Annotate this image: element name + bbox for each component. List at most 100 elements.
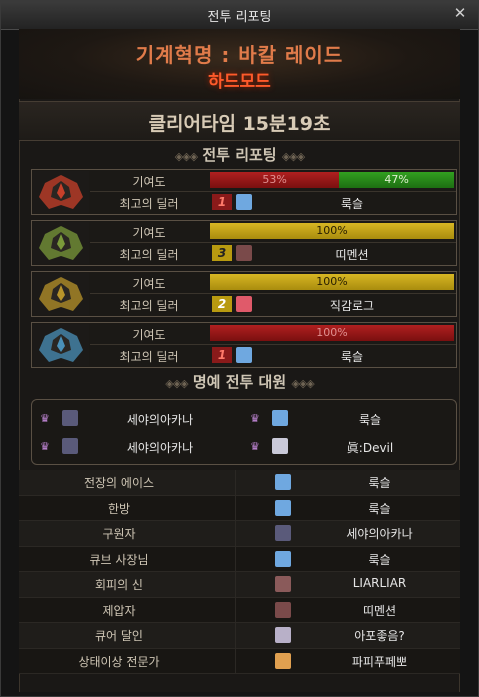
contribution-row: 기여도 100% [90, 272, 456, 294]
award-row[interactable]: 제압자 띠멘션 [19, 597, 460, 623]
contribution-label: 기여도 [132, 328, 166, 342]
avatar [275, 474, 291, 490]
contribution-bar: 53% 47% [210, 172, 454, 188]
top-dealer-row: 최고의 딜러 3 띠멘션 [90, 243, 456, 264]
green-dragon-head-icon [33, 222, 89, 264]
top-dealer-cell[interactable]: 1 룩슬 [210, 192, 454, 212]
top-dealer-label: 최고의 딜러 [119, 350, 179, 364]
honor-member[interactable]: ♛ 세야의아카나 [40, 433, 236, 459]
contribution-row: 기여도 100% [90, 323, 456, 345]
top-dealer-label: 최고의 딜러 [119, 197, 179, 211]
avatar [275, 601, 291, 618]
avatar [272, 410, 288, 426]
avatar [275, 652, 291, 669]
contribution-segment: 100% [210, 325, 454, 341]
honor-members-panel: ♛ 세야의아카나 ♛ 룩슬 ♛ 세야의아카나 ♛ 眞:Devil [31, 399, 457, 465]
contribution-bar: 100% [210, 223, 454, 239]
award-row[interactable]: 구원자 세야의아카나 [19, 521, 460, 547]
column-divider [235, 521, 236, 546]
award-winner-name: 파피푸페뽀 [351, 654, 408, 669]
avatar [275, 550, 291, 567]
award-title: 상태이상 전문가 [78, 654, 160, 669]
top-dealer-cell[interactable]: 3 띠멘션 [210, 243, 454, 263]
rank-badge: 3 [212, 245, 232, 261]
top-dealer-cell[interactable]: 1 룩슬 [210, 345, 454, 365]
honor-member[interactable]: ♛ 眞:Devil [250, 433, 446, 459]
raid-mode: 하드모드 [208, 72, 271, 92]
award-winner-name: 띠멘션 [362, 603, 397, 618]
contribution-segment: 47% [339, 172, 454, 188]
award-row[interactable]: 상태이상 전문가 파피푸페뽀 [19, 648, 460, 674]
honor-member[interactable]: ♛ 룩슬 [250, 405, 446, 431]
avatar [275, 499, 291, 516]
gold-dragon-head-icon [33, 273, 89, 315]
party-row: 기여도 100% 최고의 딜러 1 룩슬 [31, 322, 457, 368]
award-title: 큐브 사장님 [89, 552, 149, 567]
top-dealer-row: 최고의 딜러 1 룩슬 [90, 345, 456, 366]
top-dealer-row: 최고의 딜러 2 직감로그 [90, 294, 456, 315]
top-dealer-name: 직감로그 [329, 299, 375, 313]
avatar [275, 576, 291, 592]
contribution-segment: 100% [210, 223, 454, 239]
column-divider [235, 470, 236, 495]
award-title: 구원자 [102, 527, 136, 541]
award-title: 회피의 신 [95, 578, 143, 592]
honor-section-title: ◈◈◈ 명예 전투 대원 ◈◈◈ [19, 371, 460, 393]
ornament-left: ◈◈◈ [165, 377, 188, 390]
report-section-title: ◈◈◈ 전투 리포팅 ◈◈◈ [19, 144, 460, 166]
battle-report-window: 전투 리포팅 ✕ 기계혁명 : 바칼 레이드 하드모드 클리어타임 15분19초… [0, 0, 479, 697]
contribution-segment: 53% [210, 172, 340, 188]
award-winner-name: 아포좋음? [354, 629, 405, 643]
clear-time: 클리어타임 15분19초 [148, 113, 331, 135]
avatar [275, 627, 291, 643]
column-divider [235, 495, 236, 520]
award-row[interactable]: 큐어 달인 아포좋음? [19, 623, 460, 649]
red-dragon-head-icon [33, 171, 89, 213]
award-row[interactable]: 전장의 에이스 룩슬 [19, 470, 460, 496]
top-dealer-cell[interactable]: 2 직감로그 [210, 294, 454, 314]
avatar [62, 438, 78, 454]
top-dealer-label: 최고의 딜러 [119, 299, 179, 313]
honor-member-name: 眞:Devil [346, 441, 394, 455]
award-winner-name: 세야의아카나 [346, 527, 413, 541]
raid-header: 기계혁명 : 바칼 레이드 하드모드 [19, 29, 460, 99]
party-row: 기여도 100% 최고의 딜러 2 직감로그 [31, 271, 457, 317]
award-title: 큐어 달인 [95, 629, 143, 643]
column-divider [235, 597, 236, 622]
honor-member-name: 세야의아카나 [126, 441, 194, 455]
rank-badge: 1 [212, 347, 232, 363]
ornament-right: ◈◈◈ [291, 377, 314, 390]
award-winner-name: LIARLIAR [352, 576, 407, 590]
honor-member-name: 룩슬 [358, 413, 382, 427]
award-row[interactable]: 회피의 신 LIARLIAR [19, 572, 460, 598]
close-icon[interactable]: ✕ [452, 5, 468, 21]
awards-list: 전장의 에이스 룩슬 한방 룩슬 구원자 세야의아카나 큐브 사장님 룩슬 회피의 신 LIARL… [19, 470, 460, 674]
contribution-row: 기여도 100% [90, 221, 456, 243]
column-divider [235, 546, 236, 571]
column-divider [235, 648, 236, 673]
avatar [272, 438, 288, 454]
crown-icon: ♛ [40, 440, 50, 453]
award-winner-name: 룩슬 [368, 501, 391, 516]
award-row[interactable]: 한방 룩슬 [19, 495, 460, 521]
award-title: 한방 [107, 501, 131, 516]
rank-badge: 2 [212, 296, 232, 312]
award-row[interactable]: 큐브 사장님 룩슬 [19, 546, 460, 572]
party-row: 기여도 53% 47% 최고의 딜러 1 룩슬 [31, 169, 457, 215]
crown-icon: ♛ [40, 412, 50, 425]
ornament-right: ◈◈◈ [281, 150, 305, 163]
report-title: 전투 리포팅 [202, 146, 277, 164]
top-dealer-name: 룩슬 [340, 350, 364, 364]
avatar [62, 410, 78, 426]
honor-title: 명예 전투 대원 [192, 373, 287, 391]
contribution-bar: 100% [210, 325, 454, 341]
blue-dragon-head-icon [33, 324, 89, 366]
contribution-segment: 100% [210, 274, 454, 290]
crown-icon: ♛ [250, 412, 260, 425]
contribution-label: 기여도 [132, 226, 166, 240]
honor-member[interactable]: ♛ 세야의아카나 [40, 405, 236, 431]
top-dealer-name: 룩슬 [340, 197, 364, 211]
title-bar: 전투 리포팅 ✕ [1, 1, 478, 30]
column-divider [235, 623, 236, 648]
contribution-row: 기여도 53% 47% [90, 170, 456, 192]
